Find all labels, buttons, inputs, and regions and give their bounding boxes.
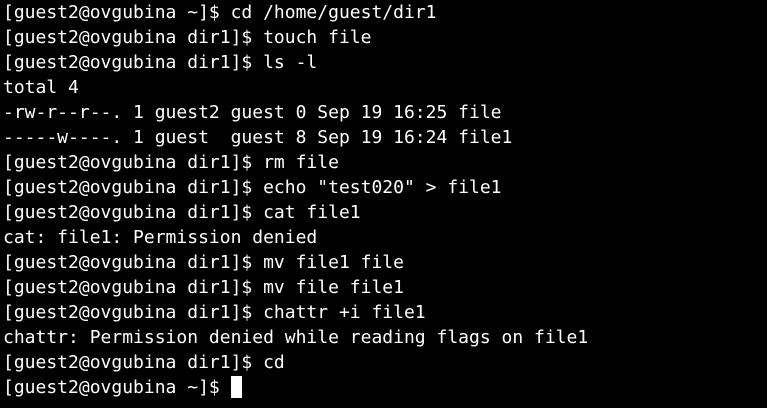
current-prompt-line[interactable]: [guest2@ovgubina ~]$	[3, 375, 767, 400]
terminal-line: [guest2@ovgubina dir1]$ rm file	[3, 152, 339, 173]
terminal-line: [guest2@ovgubina dir1]$ ls -l	[3, 52, 318, 73]
terminal-line: [guest2@ovgubina dir1]$ mv file1 file	[3, 252, 404, 273]
terminal-line: [guest2@ovgubina dir1]$ touch file	[3, 27, 372, 48]
terminal-line: [guest2@ovgubina dir1]$ cd	[3, 352, 285, 373]
terminal-line: -rw-r--r--. 1 guest2 guest 0 Sep 19 16:2…	[3, 102, 502, 123]
terminal-line: [guest2@ovgubina dir1]$ cat file1	[3, 202, 361, 223]
terminal-line: [guest2@ovgubina ~]$ cd /home/guest/dir1	[3, 2, 437, 23]
terminal-line: [guest2@ovgubina dir1]$ mv file file1	[3, 277, 404, 298]
terminal-line: -----w----. 1 guest guest 8 Sep 19 16:24…	[3, 127, 513, 148]
terminal-line: total 4	[3, 77, 79, 98]
terminal-line: [guest2@ovgubina dir1]$ chattr +i file1	[3, 302, 426, 323]
text-cursor	[230, 376, 242, 398]
terminal-line: cat: file1: Permission denied	[3, 227, 318, 248]
terminal-window[interactable]: [guest2@ovgubina ~]$ cd /home/guest/dir1…	[0, 0, 767, 408]
terminal-line: chattr: Permission denied while reading …	[3, 327, 589, 348]
terminal-line: [guest2@ovgubina dir1]$ echo "test020" >…	[3, 177, 502, 198]
shell-prompt: [guest2@ovgubina ~]$	[3, 377, 231, 398]
